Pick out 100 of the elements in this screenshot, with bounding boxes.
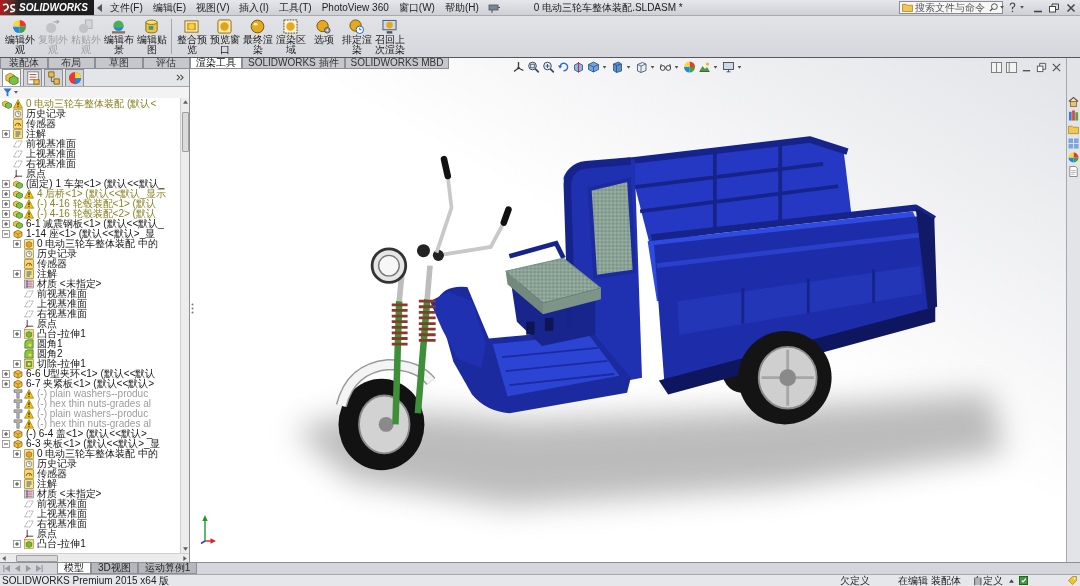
tree-item[interactable]: 6-6 U型夹环<1> (默认<<默认 xyxy=(26,369,156,379)
tile-icon[interactable] xyxy=(991,62,1002,73)
tree-item[interactable]: 前视基准面 xyxy=(37,499,87,509)
menu-item[interactable]: 帮助(H) xyxy=(439,0,484,15)
close-icon[interactable] xyxy=(1066,2,1076,13)
tree-item[interactable]: (-) 4-16 轮毂装配<2> (默认 xyxy=(37,209,156,219)
restore-icon[interactable] xyxy=(1036,62,1047,73)
scrollbar-thumb[interactable] xyxy=(16,554,58,562)
tree-item[interactable]: 注解 xyxy=(37,269,57,279)
scroll-down-icon[interactable] xyxy=(182,547,188,551)
previous-view-icon[interactable] xyxy=(557,61,570,73)
scrollbar-thumb[interactable] xyxy=(181,112,189,152)
box-outline-icon[interactable] xyxy=(635,61,648,73)
tree-item[interactable]: 传感器 xyxy=(37,259,67,269)
glasses-icon[interactable] xyxy=(659,61,672,73)
panel-tab[interactable] xyxy=(65,69,84,86)
caret-icon[interactable] xyxy=(1000,6,1004,9)
tree-item[interactable]: 上视基准面 xyxy=(37,299,87,309)
tree-item[interactable]: 原点 xyxy=(26,169,46,179)
expand-icon[interactable] xyxy=(2,190,10,198)
shaded-cube-icon[interactable] xyxy=(611,61,624,73)
scene-icon[interactable] xyxy=(698,61,711,73)
books-icon[interactable] xyxy=(1068,110,1079,121)
tree-item[interactable]: 0 电动三轮车整体装配 中的 xyxy=(37,239,159,249)
tree-item[interactable]: 1-14 座<1> (默认<<默认>_显 xyxy=(26,229,156,239)
caret-icon[interactable] xyxy=(602,65,607,69)
restore-icon[interactable] xyxy=(1048,2,1060,13)
ribbon-button[interactable]: 整合预览 xyxy=(175,19,208,55)
zoom-area-icon[interactable] xyxy=(542,61,555,73)
ribbon-button[interactable]: 渲染区域 xyxy=(274,19,307,55)
tree-item[interactable]: 凸台-拉伸1 xyxy=(37,539,86,549)
tree-item[interactable]: (-) 4-16 轮毂装配<1> (默认 xyxy=(37,199,156,209)
expand-icon[interactable] xyxy=(2,130,10,138)
expand-icon[interactable] xyxy=(2,380,10,388)
panel-tab[interactable] xyxy=(44,69,63,86)
collapse-icon[interactable] xyxy=(2,230,10,238)
units-button[interactable]: 自定义 xyxy=(973,575,1003,586)
tree-item[interactable]: 历史记录 xyxy=(26,109,66,119)
tree-item[interactable]: 6-3 夹板<1> (默认<<默认>_显 xyxy=(26,439,160,449)
color-ball-icon[interactable] xyxy=(1068,152,1079,163)
caret-icon[interactable] xyxy=(713,65,718,69)
help-icon[interactable] xyxy=(1008,2,1017,13)
tree-item[interactable]: 传感器 xyxy=(26,119,56,129)
tree-item[interactable]: 材质 <未指定> xyxy=(37,489,102,499)
tree-item[interactable]: 注解 xyxy=(37,479,57,489)
search-icon[interactable] xyxy=(989,3,998,12)
menu-item[interactable]: PhotoView 360 xyxy=(316,0,394,15)
pin-icon[interactable] xyxy=(487,2,500,13)
ribbon-button[interactable]: 召回上次渲染 xyxy=(373,19,406,55)
tree-item[interactable]: (固定) 1 车架<1> (默认<<默认_ xyxy=(26,179,165,189)
menu-item[interactable]: 窗口(W) xyxy=(393,0,440,15)
caret-icon[interactable] xyxy=(650,65,655,69)
tree-item[interactable]: 圆角2 xyxy=(37,349,63,359)
split-icon[interactable] xyxy=(1006,62,1017,73)
ribbon-button[interactable]: 预览窗口 xyxy=(208,19,241,55)
panel-tab[interactable] xyxy=(2,69,21,86)
rebuild-icon[interactable] xyxy=(1019,576,1028,585)
menu-item[interactable]: 工具(T) xyxy=(273,0,317,15)
menu-item[interactable]: 视图(V) xyxy=(191,0,235,15)
house-icon[interactable] xyxy=(1068,96,1079,107)
caret-icon[interactable] xyxy=(737,65,742,69)
expand-icon[interactable] xyxy=(13,450,21,458)
expand-icon[interactable] xyxy=(13,360,21,368)
cube-icon[interactable] xyxy=(587,61,600,73)
tree-item[interactable]: 历史记录 xyxy=(37,459,77,469)
expand-icon[interactable] xyxy=(2,430,10,438)
menu-item[interactable]: 文件(F) xyxy=(105,0,148,15)
splitter-grip-icon[interactable] xyxy=(191,303,194,314)
expand-icon[interactable] xyxy=(2,200,10,208)
close-icon[interactable] xyxy=(1051,62,1062,73)
tree-item[interactable]: 注解 xyxy=(26,129,46,139)
caret-icon[interactable] xyxy=(626,65,631,69)
ribbon-button[interactable]: 最终渲染 xyxy=(241,19,274,55)
caret-icon[interactable] xyxy=(1009,578,1014,583)
expand-icon[interactable] xyxy=(2,220,10,228)
tree-item[interactable]: 圆角1 xyxy=(37,339,63,349)
ribbon-button[interactable]: 编辑布景 xyxy=(102,19,135,55)
caret-icon[interactable] xyxy=(674,65,679,69)
tree-item[interactable]: 原点 xyxy=(37,529,57,539)
search-field[interactable]: 搜索文件与命令 xyxy=(899,1,1003,14)
menu-item[interactable]: 编辑(E) xyxy=(147,0,192,15)
axes-icon[interactable] xyxy=(512,61,525,73)
ribbon-button[interactable]: 排定渲染 xyxy=(340,19,373,55)
expand-icon[interactable] xyxy=(2,180,10,188)
tree-item[interactable]: 原点 xyxy=(37,319,57,329)
scroll-up-icon[interactable] xyxy=(182,100,188,104)
monitor-icon[interactable] xyxy=(722,61,735,73)
tree-item[interactable]: 0 电动三轮车整体装配 中的 xyxy=(37,449,159,459)
tree-item[interactable]: 右视基准面 xyxy=(37,519,87,529)
expand-icon[interactable] xyxy=(13,540,21,548)
tree-item[interactable]: 上视基准面 xyxy=(26,149,76,159)
tree-item[interactable]: 凸台-拉伸1 xyxy=(37,329,86,339)
tree-item[interactable]: 历史记录 xyxy=(37,249,77,259)
expand-icon[interactable] xyxy=(2,370,10,378)
color-ball-icon[interactable] xyxy=(683,61,696,73)
expand-icon[interactable] xyxy=(13,270,21,278)
caret-icon[interactable] xyxy=(14,91,18,94)
zoom-fit-icon[interactable] xyxy=(527,61,540,73)
ribbon-button[interactable]: 选项 xyxy=(307,19,340,45)
collapse-icon[interactable] xyxy=(2,440,10,448)
